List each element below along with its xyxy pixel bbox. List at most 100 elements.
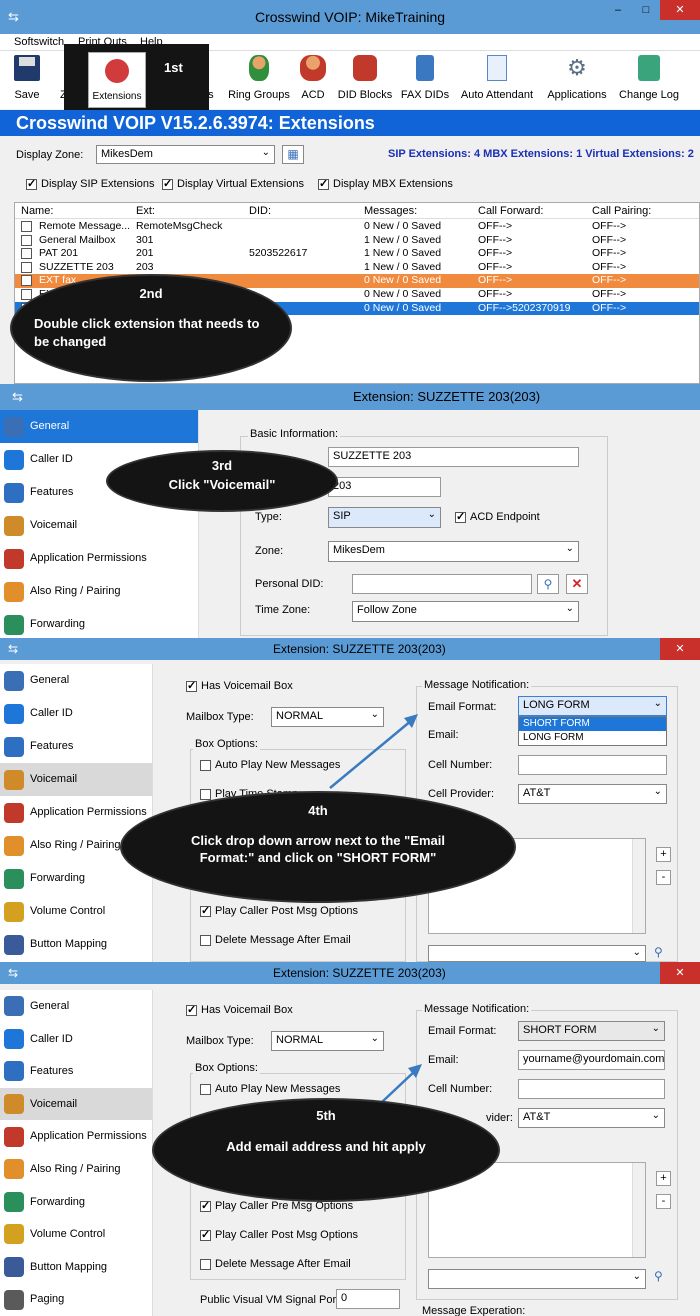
filter-sip[interactable]: Display SIP Extensions (26, 177, 155, 190)
nav-item-forwarding[interactable]: Forwarding (0, 862, 152, 895)
close-button[interactable]: ✕ (660, 962, 700, 984)
change-log-button[interactable]: Change Log (618, 55, 680, 101)
nav-item-features[interactable]: Features (0, 1055, 152, 1088)
add-button[interactable]: + (656, 1171, 671, 1186)
nav-item-general[interactable]: General (0, 410, 200, 443)
table-row[interactable]: General Mailbox 301 1 New / 0 Saved OFF--> O… (15, 233, 699, 248)
remove-button[interactable]: - (656, 870, 671, 885)
cell-number-field[interactable] (518, 1079, 665, 1099)
name-field[interactable]: SUZZETTE 203 (328, 447, 579, 467)
filter-mbx[interactable]: Display MBX Extensions (318, 177, 453, 190)
table-row[interactable]: Remote Message... RemoteMsgCheck 0 New / 0… (15, 220, 699, 234)
col-call-pairing[interactable]: Call Pairing: (592, 205, 651, 217)
mailbox-type-select[interactable]: NORMAL ⌄ (271, 1031, 384, 1051)
side-scrollbar[interactable] (198, 410, 214, 638)
play-post-msg-checkbox[interactable]: Play Caller Post Msg Options (200, 904, 358, 917)
checkbox[interactable] (200, 788, 211, 800)
email-format-select[interactable]: SHORT FORM ⌄ (518, 1021, 665, 1041)
auto-play-checkbox[interactable]: Auto Play New Messages (200, 1083, 340, 1095)
minimize-button[interactable]: ‒ (604, 0, 632, 20)
checkbox[interactable] (455, 510, 466, 523)
ring-groups-button[interactable]: Ring Groups (228, 55, 290, 101)
zone-select[interactable]: MikesDem ⌄ (328, 541, 579, 562)
row-checkbox[interactable] (21, 248, 32, 260)
nav-item-application-permissions[interactable]: Application Permissions (0, 542, 200, 575)
email-field[interactable]: yourname@yourdomain.com (518, 1050, 665, 1070)
play-post-msg-checkbox[interactable]: Play Caller Post Msg Options (200, 1228, 358, 1241)
nav-item-application-permissions[interactable]: Application Permissions (0, 1120, 152, 1153)
checkbox[interactable] (200, 759, 211, 771)
extensions-button[interactable]: Extensions (88, 52, 146, 108)
checkbox[interactable] (200, 904, 211, 917)
nav-item-general[interactable]: General (0, 990, 152, 1023)
col-call-forward[interactable]: Call Forward: (478, 205, 543, 217)
search-icon[interactable]: ⚲ (654, 945, 670, 962)
nav-item-features[interactable]: Features (0, 730, 152, 763)
remove-button[interactable]: - (656, 1194, 671, 1209)
nav-item-voicemail[interactable]: Voicemail (0, 763, 152, 796)
nav-item-button-mapping[interactable]: Button Mapping (0, 928, 152, 961)
personal-did-field[interactable] (352, 574, 532, 594)
nav-item-caller-id[interactable]: Caller ID (0, 1023, 152, 1056)
public-port-field[interactable]: 0 (336, 1289, 400, 1309)
has-voicemail-checkbox[interactable]: Has Voicemail Box (186, 1003, 293, 1016)
menu-softswitch[interactable]: Softswitch (14, 36, 64, 48)
checkbox[interactable] (186, 1003, 197, 1016)
col-ext[interactable]: Ext: (136, 205, 155, 217)
checkbox[interactable] (200, 1228, 211, 1241)
col-did[interactable]: DID: (249, 205, 271, 217)
nav-item-volume-control[interactable]: Volume Control (0, 895, 152, 928)
grid-view-icon[interactable]: ▦ (282, 145, 304, 164)
option-long-form[interactable]: LONG FORM (519, 731, 666, 745)
row-checkbox[interactable] (21, 275, 32, 287)
nav-item-voicemail[interactable]: Voicemail (0, 509, 200, 542)
nav-item-caller-id[interactable]: Caller ID (0, 697, 152, 730)
nav-item-also-ring-pairing[interactable]: Also Ring / Pairing (0, 575, 200, 608)
add-button[interactable]: + (656, 847, 671, 862)
row-checkbox[interactable] (21, 221, 32, 232)
col-name[interactable]: Name: (21, 205, 53, 217)
checkbox[interactable] (318, 177, 329, 190)
option-short-form[interactable]: SHORT FORM (519, 717, 666, 731)
notification-list-scrollbar[interactable] (632, 1163, 645, 1257)
close-button[interactable]: ✕ (660, 638, 700, 660)
checkbox[interactable] (186, 679, 197, 692)
email-format-select[interactable]: LONG FORM ⌄ (518, 696, 667, 716)
search-icon[interactable]: ⚲ (654, 1269, 670, 1287)
maximize-button[interactable]: □ (632, 0, 660, 20)
nav-item-also-ring-pairing[interactable]: Also Ring / Pairing (0, 1153, 152, 1186)
nav-item-button-mapping[interactable]: Button Mapping (0, 1251, 152, 1284)
checkbox[interactable] (200, 1199, 211, 1212)
acd-endpoint-checkbox[interactable]: ACD Endpoint (455, 510, 540, 523)
fax-dids-button[interactable]: FAX DIDs (400, 55, 450, 101)
delete-after-email-checkbox[interactable]: Delete Message After Email (200, 1258, 351, 1270)
search-icon[interactable]: ⚲ (537, 574, 559, 594)
notification-type-select[interactable]: ⌄ (428, 1269, 646, 1289)
time-zone-select[interactable]: Follow Zone ⌄ (352, 601, 579, 622)
play-pre-msg-checkbox[interactable]: Play Caller Pre Msg Options (200, 1199, 353, 1212)
applications-button[interactable]: ⚙ Applications (545, 55, 609, 101)
checkbox[interactable] (200, 1258, 211, 1270)
has-voicemail-checkbox[interactable]: Has Voicemail Box (186, 679, 293, 692)
notification-type-select[interactable]: ⌄ (428, 945, 646, 962)
notification-list-scrollbar[interactable] (632, 839, 645, 933)
checkbox[interactable] (162, 177, 173, 190)
mailbox-type-select[interactable]: NORMAL ⌄ (271, 707, 384, 727)
close-button[interactable]: ✕ (660, 0, 700, 20)
acd-button[interactable]: ACD (298, 55, 328, 101)
cell-number-field[interactable] (518, 755, 667, 775)
table-row[interactable]: SUZZETTE 203 203 1 New / 0 Saved OFF--> OFF-… (15, 260, 699, 275)
nav-item-volume-control[interactable]: Volume Control (0, 1218, 152, 1251)
checkbox[interactable] (200, 1083, 211, 1095)
filter-virtual[interactable]: Display Virtual Extensions (162, 177, 304, 190)
auto-attendant-button[interactable]: Auto Attendant (457, 55, 537, 101)
delete-after-email-checkbox[interactable]: Delete Message After Email (200, 934, 351, 946)
checkbox[interactable] (200, 934, 211, 946)
table-row[interactable]: PAT 201 201 5203522617 1 New / 0 Saved OFF--… (15, 247, 699, 261)
row-checkbox[interactable] (21, 261, 32, 273)
display-zone-select[interactable]: MikesDem ⌄ (96, 145, 275, 164)
save-button[interactable]: Save (10, 55, 44, 101)
extension-field[interactable]: 203 (328, 477, 441, 497)
nav-item-general[interactable]: General (0, 664, 152, 697)
nav-item-voicemail[interactable]: Voicemail (0, 1087, 152, 1121)
